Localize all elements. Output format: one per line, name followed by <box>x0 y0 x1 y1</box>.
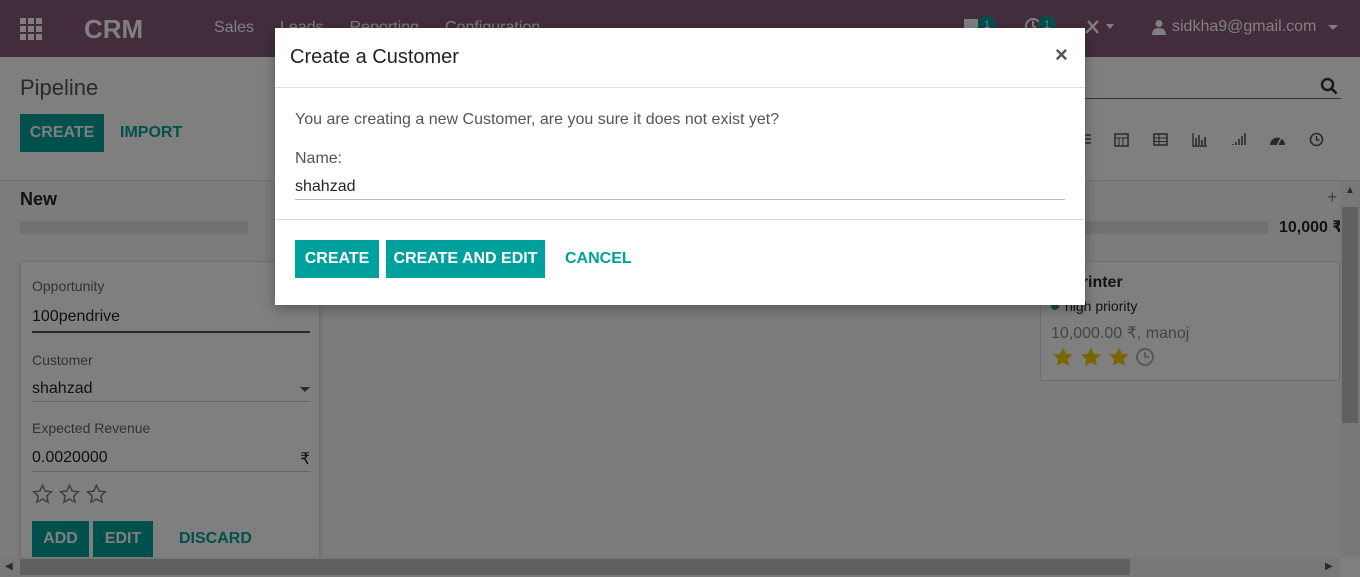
dialog-message: You are creating a new Customer, are you… <box>295 111 780 128</box>
create-and-edit-button[interactable]: CREATE AND EDIT <box>386 240 545 278</box>
dialog-footer: CREATE CREATE AND EDIT CANCEL <box>275 220 1085 305</box>
create-button[interactable]: CREATE <box>295 240 379 278</box>
dialog-body: You are creating a new Customer, are you… <box>275 88 1085 220</box>
dialog-header: Create a Customer × <box>275 28 1085 88</box>
cancel-button[interactable]: CANCEL <box>565 240 632 278</box>
name-label: Name: <box>295 150 343 167</box>
dialog-title: Create a Customer <box>290 46 459 68</box>
name-field[interactable] <box>295 174 1065 200</box>
close-icon[interactable]: × <box>1055 44 1068 66</box>
create-customer-dialog: Create a Customer × You are creating a n… <box>275 28 1085 305</box>
